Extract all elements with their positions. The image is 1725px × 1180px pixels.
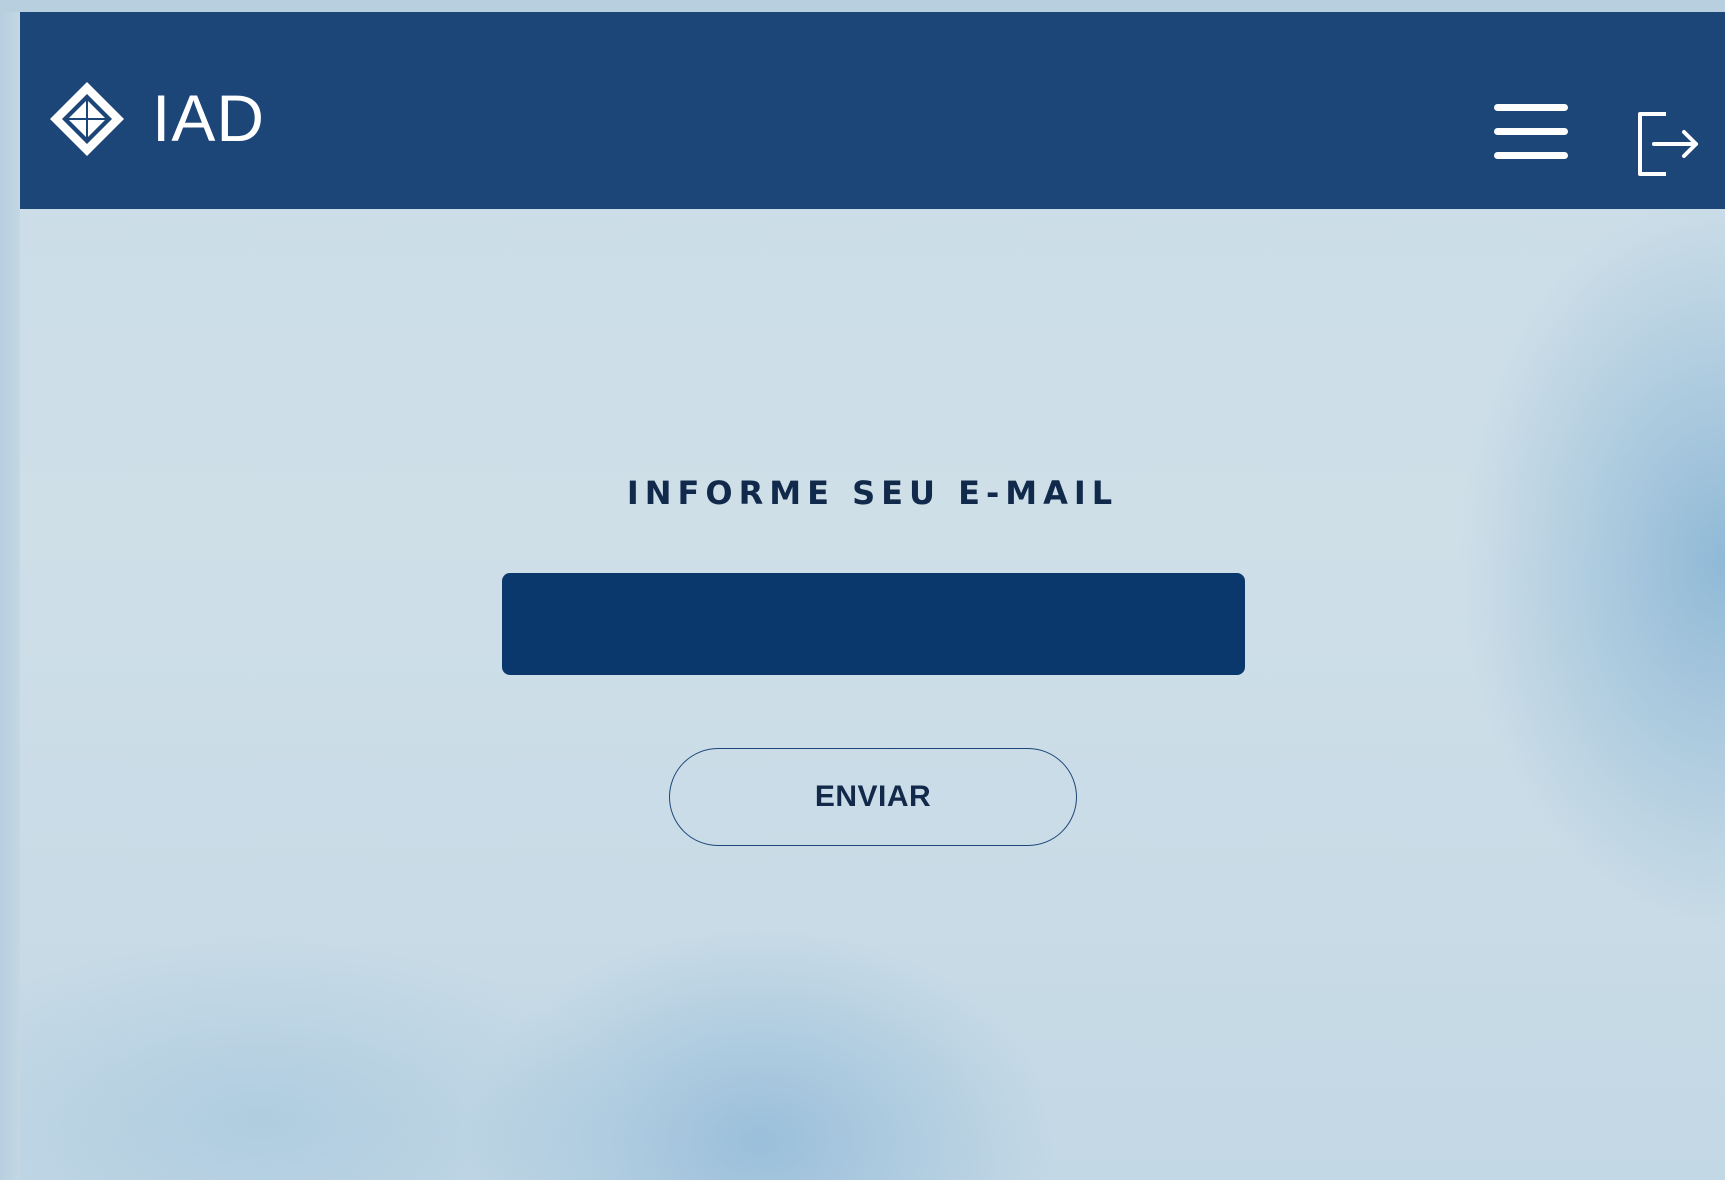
logout-icon[interactable]	[1636, 112, 1702, 178]
email-input[interactable]	[502, 573, 1245, 675]
brand-name: IAD	[152, 81, 266, 155]
top-header: IAD	[20, 12, 1725, 209]
left-edge	[0, 0, 20, 1180]
email-prompt-heading: INFORME SEU E-MAIL	[626, 474, 1119, 512]
top-edge	[0, 0, 1725, 12]
diamond-logo-icon	[48, 80, 126, 158]
hamburger-menu-icon[interactable]	[1492, 100, 1572, 164]
send-button[interactable]: ENVIAR	[669, 748, 1077, 846]
